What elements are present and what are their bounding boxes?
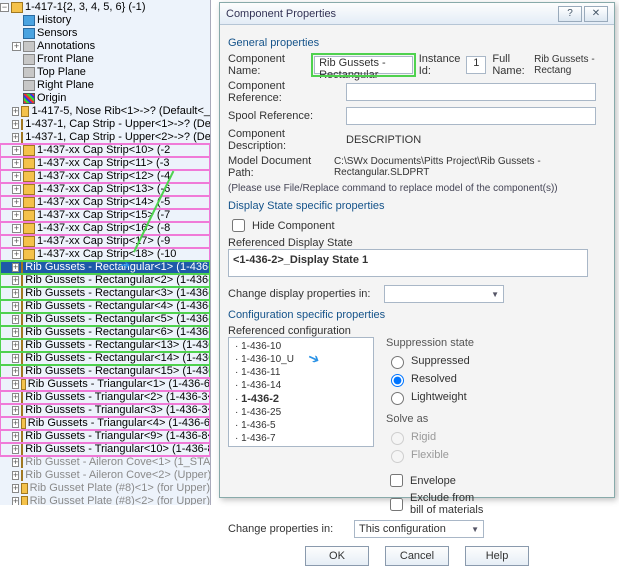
suppression-title: Suppression state — [386, 337, 490, 349]
config-list-item[interactable]: · 1-436-2 — [233, 392, 369, 406]
tree-item[interactable]: History — [0, 14, 210, 27]
radio-rigid — [391, 432, 404, 445]
hide-component-checkbox[interactable] — [232, 219, 245, 232]
tree-item[interactable]: +Rib Gussets - Rectangular<3> (1-436-2<<… — [0, 287, 210, 300]
config-list-item[interactable]: · 1-436-11 — [233, 366, 369, 379]
section-display: Display State specific properties — [228, 200, 606, 212]
tree-item[interactable]: +Rib Gusset Plate (#8)<1> (for Upper) — [0, 482, 210, 495]
tree-item[interactable]: +1-437-xx Cap Strip<10> (-2 — [0, 144, 210, 157]
tree-item[interactable]: +Rib Gussets - Triangular<10> (1-436-8<<… — [0, 443, 210, 456]
tree-item[interactable]: +1-437-1, Cap Strip - Upper<1>->? (Defau… — [0, 118, 210, 131]
change-display-label: Change display properties in: — [228, 288, 378, 300]
tree-item[interactable]: +Rib Gussets - Triangular<2> (1-436-3<<1… — [0, 391, 210, 404]
chevron-down-icon: ▼ — [471, 525, 479, 534]
tree-item[interactable]: +1-437-xx Cap Strip<17> (-9 — [0, 235, 210, 248]
tree-item[interactable]: +Rib Gusset - Aileron Cove<1> (1_START H… — [0, 456, 210, 469]
tree-item[interactable]: Top Plane — [0, 66, 210, 79]
tree-item[interactable]: +Rib Gussets - Rectangular<2> (1-436-2<<… — [0, 274, 210, 287]
referenced-configuration-list[interactable]: · 1-436-10· 1-436-10_U· 1-436-11· 1-436-… — [228, 337, 374, 447]
tree-root[interactable]: −1-417-1{2, 3, 4, 5, 6} (-1) — [0, 1, 210, 14]
tree-item[interactable]: +1-437-xx Cap Strip<14> (-5 — [0, 196, 210, 209]
help-icon[interactable]: ? — [558, 6, 582, 22]
component-name-field[interactable]: Rib Gussets - Rectangular — [314, 56, 413, 74]
config-list-item[interactable]: · 1-436-14 — [233, 379, 369, 392]
radio-suppressed[interactable] — [391, 356, 404, 369]
component-properties-dialog: Component Properties ? ✕ General propert… — [219, 2, 615, 498]
tree-item[interactable]: +1-437-xx Cap Strip<13> (-6 — [0, 183, 210, 196]
tree-item[interactable]: +1-437-xx Cap Strip<15> (-7 — [0, 209, 210, 222]
tree-item[interactable]: +Rib Gusset - Aileron Cove<2> (Upper) — [0, 469, 210, 482]
tree-item[interactable]: Sensors — [0, 27, 210, 40]
tree-item[interactable]: +1-437-xx Cap Strip<18> (-10 — [0, 248, 210, 261]
tree-item[interactable]: Front Plane — [0, 53, 210, 66]
label-spool-reference: Spool Reference: — [228, 110, 340, 122]
help-button[interactable]: Help — [465, 546, 529, 566]
config-list-item[interactable]: · 1-436-25 — [233, 406, 369, 419]
solve-as-title: Solve as — [386, 413, 490, 425]
label-model-path: Model Document Path: — [228, 155, 328, 179]
tree-item[interactable]: +Rib Gussets - Rectangular<14> (1-436-10… — [0, 352, 210, 365]
referenced-display-state-list[interactable]: <1-436-2>_Display State 1 — [228, 249, 588, 277]
tree-item[interactable]: +Rib Gussets - Rectangular<5> (1-436-7 — [0, 313, 210, 326]
radio-lightweight[interactable] — [391, 392, 404, 405]
replace-hint: (Please use File/Replace command to repl… — [228, 183, 606, 194]
section-general: General properties — [228, 37, 606, 49]
tree-item[interactable]: Origin — [0, 92, 210, 105]
annotation-arrow-icon: ➔ — [120, 258, 130, 272]
label-component-reference: Component Reference: — [228, 80, 340, 104]
change-display-combo[interactable]: ▼ — [384, 285, 504, 303]
tree-item[interactable]: +Rib Gussets - Triangular<4> (1-436-6 — [0, 417, 210, 430]
referenced-config-label: Referenced configuration — [228, 325, 606, 337]
close-icon[interactable]: ✕ — [584, 6, 608, 22]
config-list-item[interactable]: · 1-436-5 — [233, 419, 369, 432]
chevron-down-icon: ▼ — [491, 290, 499, 299]
config-list-item[interactable]: · 1-436-7 — [233, 432, 369, 445]
tree-item[interactable]: +1-437-xx Cap Strip<16> (-8 — [0, 222, 210, 235]
tree-item[interactable]: +Annotations — [0, 40, 210, 53]
radio-flexible — [391, 450, 404, 463]
section-config: Configuration specific properties — [228, 309, 606, 321]
tree-item[interactable]: +1-417-5, Nose Rib<1>->? (Default<_ — [0, 105, 210, 118]
tree-item[interactable]: +1-437-xx Cap Strip<12> (-4 — [0, 170, 210, 183]
config-list-item[interactable]: · 1-436-10 — [233, 340, 369, 353]
tree-item[interactable]: +Rib Gussets - Triangular<3> (1-436-3<<1… — [0, 404, 210, 417]
tree-item[interactable]: +Rib Gussets - Rectangular<4> (1-436-7 — [0, 300, 210, 313]
tree-item[interactable]: +Rib Gussets - Triangular<9> (1-436-8<<1… — [0, 430, 210, 443]
config-list-item[interactable]: · 1-436-10_U — [233, 353, 369, 366]
change-props-label: Change properties in: — [228, 523, 348, 535]
exclude-bom-checkbox[interactable] — [390, 498, 403, 511]
radio-resolved[interactable] — [391, 374, 404, 387]
dialog-titlebar[interactable]: Component Properties ? ✕ — [220, 3, 614, 25]
component-reference-field[interactable] — [346, 83, 596, 101]
cancel-button[interactable]: Cancel — [385, 546, 449, 566]
envelope-checkbox[interactable] — [390, 474, 403, 487]
label-instance-id: Instance Id: — [419, 53, 461, 77]
referenced-display-state-value: <1-436-2>_Display State 1 — [233, 254, 368, 266]
tree-item[interactable]: +Rib Gussets - Rectangular<13> (1-436-14 — [0, 339, 210, 352]
tree-item[interactable]: +Rib Gussets - Triangular<1> (1-436-6 — [0, 378, 210, 391]
tree-item[interactable]: Right Plane — [0, 79, 210, 92]
tree-item[interactable]: +1-437-xx Cap Strip<11> (-3 — [0, 157, 210, 170]
label-full-name: Full Name: — [492, 53, 528, 77]
component-description-value: DESCRIPTION — [346, 134, 421, 146]
spool-reference-field[interactable] — [346, 107, 596, 125]
tree-item[interactable]: +1-437-1, Cap Strip - Upper<2>->? (Defau… — [0, 131, 210, 144]
instance-id-field[interactable]: 1 — [466, 56, 486, 74]
tree-item[interactable]: +Rib Gusset Plate (#8)<2> (for Upper) — [0, 495, 210, 505]
dialog-title: Component Properties — [226, 8, 336, 20]
change-props-combo[interactable]: This configuration▼ — [354, 520, 484, 538]
model-path-value: C:\SWx Documents\Pitts Project\Rib Gusse… — [334, 156, 606, 178]
feature-tree-panel[interactable]: −1-417-1{2, 3, 4, 5, 6} (-1)HistorySenso… — [0, 0, 211, 505]
hide-component-label: Hide Component — [252, 220, 335, 232]
label-component-description: Component Description: — [228, 128, 340, 152]
tree-item[interactable]: +Rib Gussets - Rectangular<6> (1-436-2<<… — [0, 326, 210, 339]
full-name-value: Rib Gussets - Rectang — [534, 54, 606, 76]
referenced-display-state-label: Referenced Display State — [228, 237, 606, 249]
tree-item[interactable]: +Rib Gussets - Rectangular<15> (1-436-11 — [0, 365, 210, 378]
tree-item[interactable]: +Rib Gussets - Rectangular<1> (1-436-2<<… — [0, 261, 210, 274]
ok-button[interactable]: OK — [305, 546, 369, 566]
label-component-name: Component Name: — [228, 53, 308, 77]
